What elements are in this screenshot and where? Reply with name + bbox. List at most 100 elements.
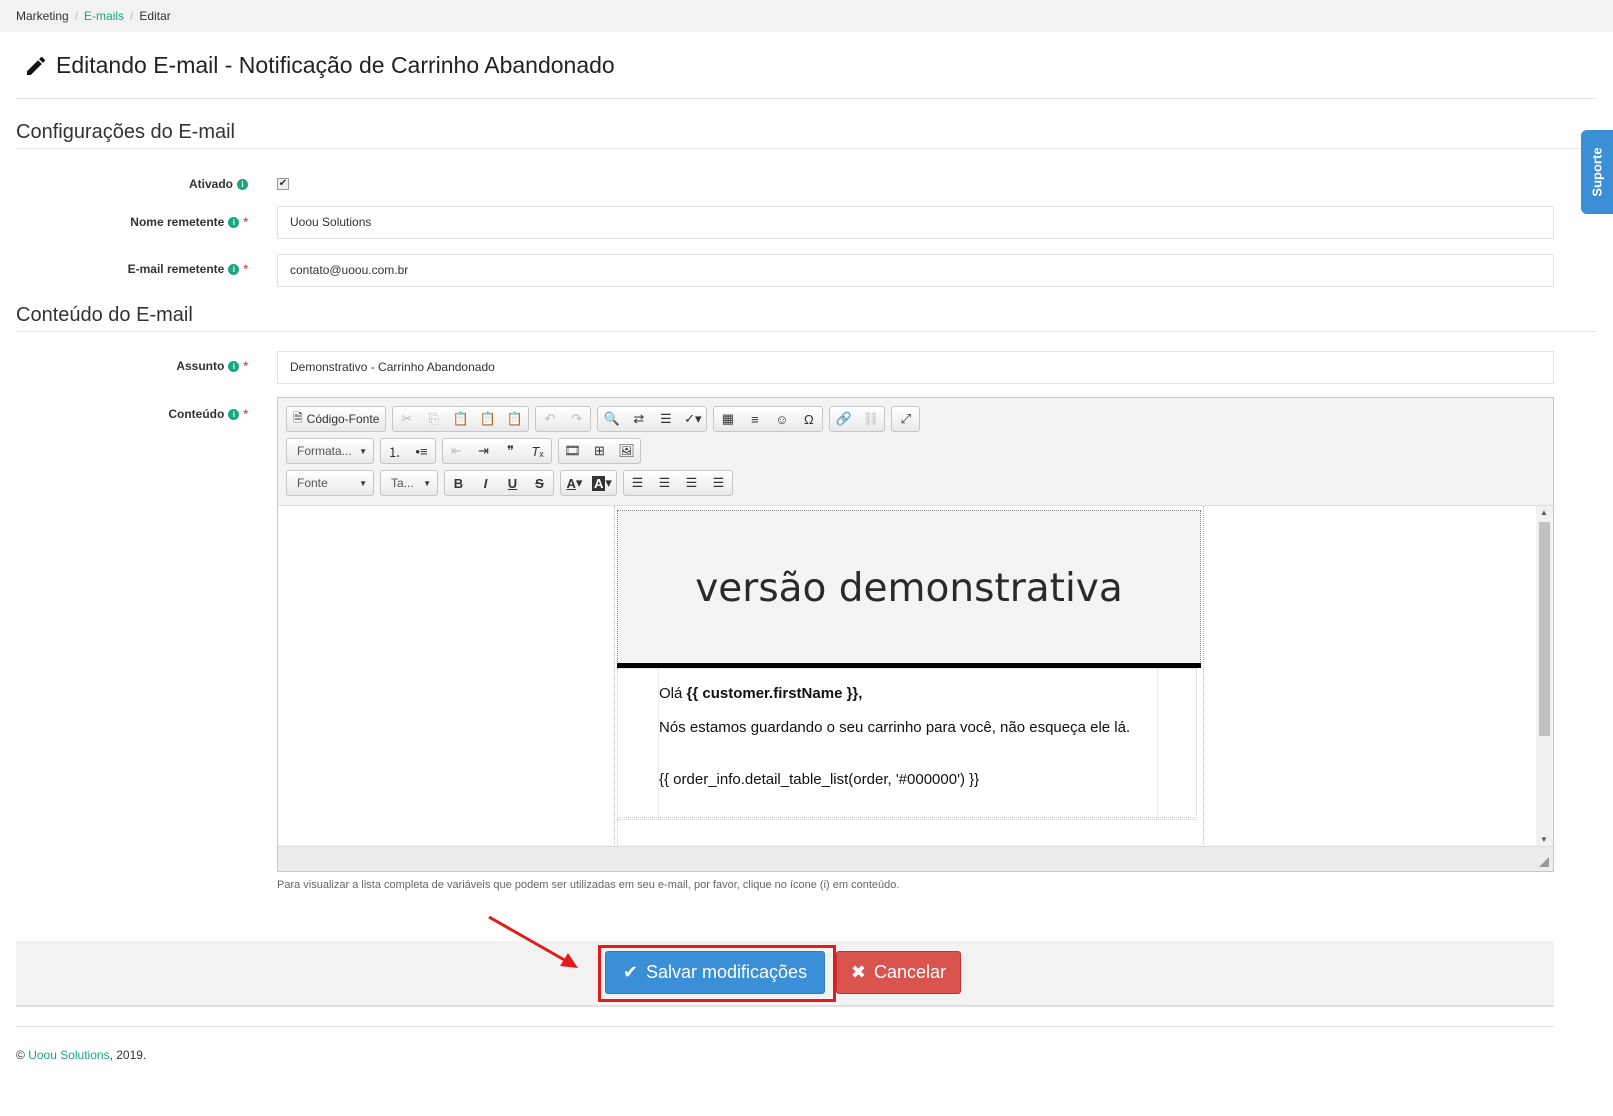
required-mark: * [243,359,248,373]
assunto-label: Assunto i * [176,359,248,373]
nome-remetente-input[interactable]: Uoou Solutions [277,206,1554,239]
email-table-variable: {{ order_info.detail_table_list(order, '… [659,771,980,788]
unlink-icon[interactable]: ⛓ [857,407,884,431]
background-color-icon[interactable]: A ▾ [588,471,616,495]
special-char-icon[interactable]: Ω [795,407,822,431]
footer: © Uoou Solutions, 2019. [16,1048,147,1062]
maximize-icon[interactable]: ⤢ [892,407,919,431]
email-subfooter [617,819,1197,845]
select-all-icon[interactable]: ☰ [652,407,679,431]
paste-icon[interactable]: 📋 [447,407,474,431]
toolbar-row-1: 🗎 Código-Fonte ✂ ⎘ 📋 📋 📋 ↶ ↷ 🔍 ⇄ ☰ ✓▾ ▦ ≡… [286,406,921,432]
cut-icon[interactable]: ✂ [393,407,420,431]
chevron-down-icon: ▼ [359,478,367,488]
required-mark: * [243,407,248,421]
cancel-button[interactable]: ✖ Cancelar [836,951,961,994]
section-config-divider [16,148,1596,149]
table-icon[interactable]: ▦ [714,407,741,431]
editor-footer [278,846,1553,871]
section-content-title: Conteúdo do E-mail [16,304,193,326]
media-icon[interactable]: 🎞 [559,439,586,463]
text-color-icon[interactable]: A ▾ [561,471,588,495]
remove-format-icon[interactable]: Tₓ [524,439,551,463]
replace-icon[interactable]: ⇄ [625,407,652,431]
insert-template-icon[interactable]: ⊞ [586,439,613,463]
page-title-text: Editando E-mail - Notificação de Carrinh… [56,52,615,78]
breadcrumb-emails[interactable]: E-mails [84,9,124,23]
align-right-icon[interactable]: ☰ [678,471,705,495]
pencil-icon [27,56,46,75]
scrollbar-thumb[interactable] [1539,522,1550,736]
email-remetente-input[interactable]: contato@uoou.com.br [277,254,1554,287]
redo-icon[interactable]: ↷ [563,407,590,431]
image-icon[interactable]: 🖼 [613,439,640,463]
chevron-down-icon: ▼ [359,446,367,456]
annotation-arrow-icon [488,915,578,968]
outdent-icon[interactable]: ⇤ [443,439,470,463]
email-message: Nós estamos guardando o seu carrinho par… [659,719,1131,736]
email-body: Olá {{ customer.firstName }}, Nós estamo… [617,668,1197,819]
paste-text-icon[interactable]: 📋 [474,407,501,431]
numbered-list-icon[interactable]: ⒈ [381,439,408,463]
font-dropdown[interactable]: Fonte ▼ [286,470,374,496]
required-mark: * [243,215,248,229]
editor-content-area[interactable]: versão demonstrativa Olá {{ customer.fir… [278,505,1553,845]
footer-company-link[interactable]: Uoou Solutions [28,1048,109,1062]
size-dropdown[interactable]: Ta... ▼ [380,470,438,496]
email-header-banner: versão demonstrativa [617,510,1201,666]
info-icon[interactable]: i [228,263,240,275]
assunto-input[interactable]: Demonstrativo - Carrinho Abandonado [277,351,1554,384]
breadcrumb-editar: Editar [139,9,171,23]
blockquote-icon[interactable]: ❞ [497,439,524,463]
info-icon[interactable]: i [228,216,240,228]
scroll-down-icon[interactable]: ▼ [1540,835,1548,844]
required-mark: * [243,262,248,276]
spellcheck-icon[interactable]: ✓▾ [679,407,706,431]
close-icon: ✖ [850,962,867,982]
strikethrough-icon[interactable]: S [526,471,553,495]
search-icon[interactable]: 🔍 [598,407,625,431]
email-remetente-label: E-mail remetente i * [127,262,248,276]
breadcrumb: Marketing / E-mails / Editar [0,0,1613,32]
underline-icon[interactable]: U [499,471,526,495]
chevron-down-icon: ▼ [423,478,431,488]
section-config-title: Configurações do E-mail [16,121,235,143]
smiley-icon[interactable]: ☺ [768,407,795,431]
save-button[interactable]: ✔ Salvar modificações [605,951,825,994]
bulleted-list-icon[interactable]: •≡ [408,439,435,463]
check-icon: ✔ [622,962,638,982]
toolbar-row-3: Fonte ▼ Ta... ▼ B I U S A ▾ A ▾ ☰ ☰ ☰ ☰ [286,470,733,496]
info-icon[interactable]: i [228,360,240,372]
editor-scrollbar[interactable]: ▲ ▼ [1536,506,1553,845]
variables-hint: Para visualizar a lista completa de vari… [277,879,900,891]
align-center-icon[interactable]: ☰ [651,471,678,495]
italic-icon[interactable]: I [472,471,499,495]
indent-icon[interactable]: ⇥ [470,439,497,463]
info-icon[interactable]: i [237,178,248,190]
page-title: Editando E-mail - Notificação de Carrinh… [24,52,615,79]
copy-icon[interactable]: ⎘ [420,407,447,431]
resize-handle-icon[interactable] [1539,857,1549,867]
paste-word-icon[interactable]: 📋 [501,407,528,431]
link-icon[interactable]: 🔗 [830,407,857,431]
title-divider [16,98,1596,99]
info-icon[interactable]: i [228,408,240,420]
align-left-icon[interactable]: ☰ [624,471,651,495]
footer-divider [16,1026,1554,1027]
toolbar-row-2: Formata... ▼ ⒈ •≡ ⇤ ⇥ ❞ Tₓ 🎞 ⊞ 🖼 [286,438,641,464]
email-body-inner: Olá {{ customer.firstName }}, Nós estamo… [658,669,1158,819]
horizontal-line-icon[interactable]: ≡ [741,407,768,431]
align-justify-icon[interactable]: ☰ [705,471,732,495]
bold-icon[interactable]: B [445,471,472,495]
document-icon: 🗎 [293,410,303,425]
source-code-button[interactable]: 🗎 Código-Fonte [287,407,385,431]
format-dropdown[interactable]: Formata... ▼ [286,438,374,464]
ativado-checkbox[interactable]: ✔ [277,178,289,190]
undo-icon[interactable]: ↶ [536,407,563,431]
section-content-divider [16,331,1596,332]
scroll-up-icon[interactable]: ▲ [1540,508,1548,517]
breadcrumb-marketing[interactable]: Marketing [16,9,69,23]
email-template: versão demonstrativa Olá {{ customer.fir… [614,506,1204,845]
email-greeting: Olá {{ customer.firstName }}, [659,685,863,702]
suporte-tab[interactable]: Suporte [1581,130,1613,214]
